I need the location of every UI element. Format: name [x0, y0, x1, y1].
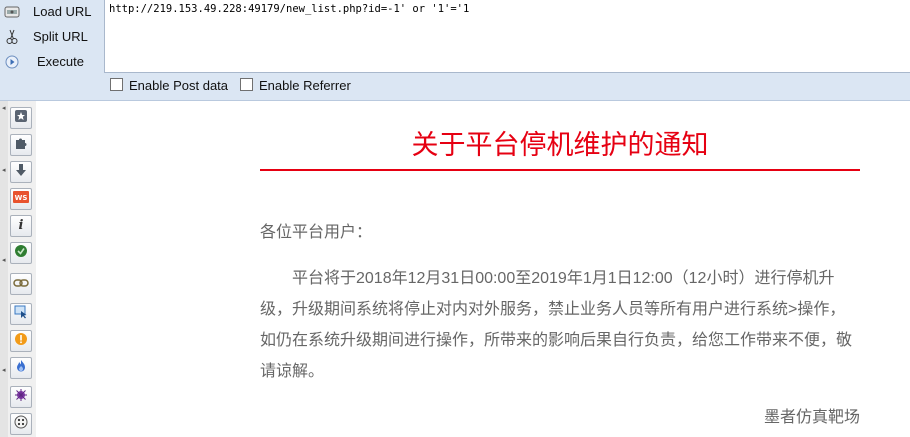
notice-title: 关于平台停机维护的通知: [411, 130, 709, 161]
execute-icon: [3, 53, 20, 70]
bug-button[interactable]: [10, 386, 32, 408]
grip-arrow-icon: ◂: [2, 257, 6, 264]
title-divider: [260, 169, 860, 171]
download-button[interactable]: [10, 161, 32, 183]
select-cursor-icon: [14, 305, 28, 324]
split-url-icon: [3, 28, 20, 45]
palette-icon: [14, 415, 28, 434]
split-url-button[interactable]: Split URL: [0, 25, 104, 49]
hackbar-actions: Load URL Split URL Execute: [0, 0, 104, 73]
side-toolbar: WS i: [8, 101, 37, 437]
web-developer-button[interactable]: WS: [10, 188, 32, 210]
warning-button[interactable]: [10, 330, 32, 352]
bug-icon: [14, 388, 28, 407]
enable-post-data-label: Enable Post data: [129, 78, 229, 93]
grip-arrow-icon: ◂: [2, 367, 6, 374]
hackbar-panel: Load URL Split URL Execute http://219.15…: [0, 0, 910, 101]
puzzle-addon-icon: [14, 136, 28, 155]
info-button[interactable]: i: [10, 215, 32, 237]
checkbox-box: [240, 78, 253, 91]
info-icon: i: [14, 217, 28, 236]
chain-link-icon: [13, 275, 29, 293]
ws-badge-icon: WS: [13, 190, 29, 209]
svg-text:i: i: [19, 218, 24, 231]
load-url-label: Load URL: [33, 4, 92, 19]
notice-signature: 墨者仿真靶场: [763, 409, 860, 426]
grip-arrow-icon: ◂: [2, 167, 6, 174]
notice-body: 平台将于2018年12月31日00:00至2019年1月1日12:00（12小时…: [260, 270, 853, 380]
security-button[interactable]: [10, 242, 32, 264]
addon-button[interactable]: [10, 134, 32, 156]
link-button[interactable]: [10, 273, 32, 295]
page-content: 关于平台停机维护的通知 各位平台用户： 平台将于2018年12月31日00:00…: [36, 101, 910, 437]
warning-icon: [14, 332, 28, 351]
firebug-button[interactable]: [10, 357, 32, 379]
shield-icon: [14, 244, 28, 263]
enable-referrer-label: Enable Referrer: [259, 78, 351, 93]
select-element-button[interactable]: [10, 303, 32, 325]
execute-button[interactable]: Execute: [0, 50, 104, 74]
url-value: http://219.153.49.228:49179/new_list.php…: [109, 3, 470, 15]
flame-icon: [14, 359, 28, 378]
bookmark-button[interactable]: [10, 107, 32, 129]
svg-text:WS: WS: [15, 194, 28, 202]
download-arrow-icon: [14, 163, 28, 182]
grip-arrow-icon: ◂: [2, 105, 6, 112]
checkbox-box: [110, 78, 123, 91]
bookmark-star-icon: [14, 109, 28, 128]
split-url-label: Split URL: [33, 29, 88, 44]
load-url-button[interactable]: Load URL: [0, 0, 104, 24]
enable-referrer-checkbox[interactable]: Enable Referrer: [240, 78, 351, 93]
load-url-icon: [3, 3, 20, 20]
enable-post-data-checkbox[interactable]: Enable Post data: [110, 78, 228, 93]
notice-salutation: 各位平台用户：: [260, 224, 373, 241]
url-textarea[interactable]: http://219.153.49.228:49179/new_list.php…: [104, 0, 910, 73]
palette-button[interactable]: [10, 413, 32, 435]
execute-label: Execute: [37, 54, 84, 69]
